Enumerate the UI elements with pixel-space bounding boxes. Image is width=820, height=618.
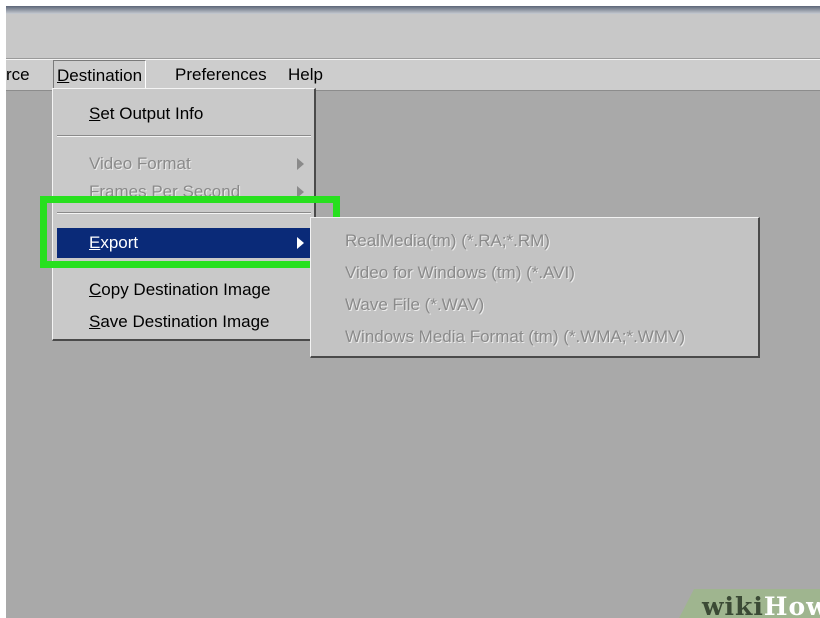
menu-destination-accelerator: D bbox=[57, 66, 70, 85]
menu-separator bbox=[57, 135, 311, 137]
menu-separator bbox=[57, 265, 311, 267]
submenu-arrow-icon bbox=[297, 186, 304, 198]
menu-preferences[interactable]: Preferences bbox=[175, 60, 267, 90]
submenu-item-wave-file[interactable]: Wave File (*.WAV) bbox=[315, 290, 755, 320]
menu-help[interactable]: Help bbox=[288, 60, 323, 90]
export-submenu: RealMedia(tm) (*.RA;*.RM) Video for Wind… bbox=[310, 217, 760, 358]
menu-destination[interactable]: Destination bbox=[53, 60, 147, 90]
menu-item-export[interactable]: Export bbox=[57, 228, 311, 258]
menu-bar: rce Destination Preferences Help bbox=[6, 59, 820, 91]
title-bar bbox=[6, 6, 820, 14]
menu-destination-label: estination bbox=[69, 66, 143, 85]
wikihow-watermark: wikiHow bbox=[676, 589, 820, 618]
menu-separator bbox=[57, 212, 311, 214]
menu-item-set-output-info[interactable]: Set Output Info bbox=[57, 99, 311, 129]
submenu-item-video-for-windows[interactable]: Video for Windows (tm) (*.AVI) bbox=[315, 258, 755, 288]
submenu-item-windows-media-format[interactable]: Windows Media Format (tm) (*.WMA;*.WMV) bbox=[315, 322, 755, 352]
submenu-arrow-icon bbox=[297, 158, 304, 170]
submenu-item-realmedia[interactable]: RealMedia(tm) (*.RA;*.RM) bbox=[315, 226, 755, 256]
submenu-arrow-icon bbox=[297, 237, 304, 249]
menu-item-frames-per-second[interactable]: Frames Per Second bbox=[57, 177, 311, 207]
wikihow-logo-text: wikiHow bbox=[702, 592, 820, 618]
menu-item-save-destination-image[interactable]: Save Destination Image bbox=[57, 307, 311, 337]
menu-item-copy-destination-image[interactable]: Copy Destination Image bbox=[57, 275, 311, 305]
destination-dropdown-menu: Set Output Info Video Format Frames Per … bbox=[52, 88, 316, 341]
toolbar-area bbox=[6, 14, 820, 59]
menu-item-video-format[interactable]: Video Format bbox=[57, 149, 311, 179]
application-window: rce Destination Preferences Help Set Out… bbox=[6, 6, 820, 618]
menu-source[interactable]: rce bbox=[6, 60, 30, 90]
